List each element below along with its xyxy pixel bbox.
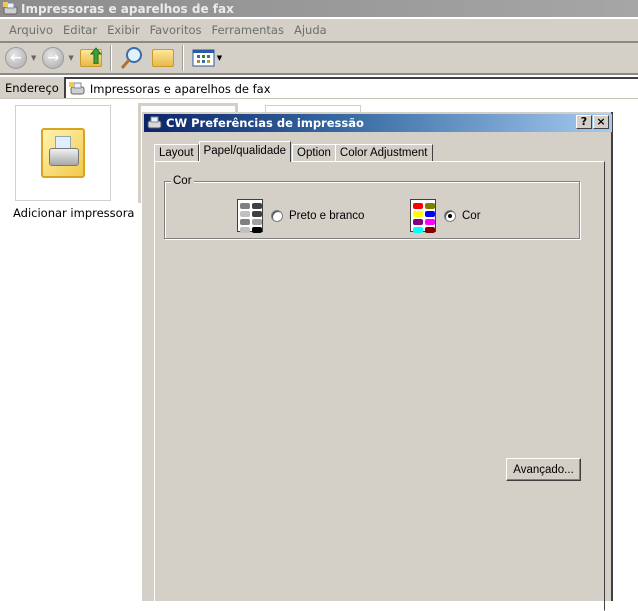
views-button[interactable] [192, 45, 216, 71]
folders-icon [151, 49, 174, 67]
advanced-button[interactable]: Avançado... [506, 458, 581, 481]
color-swatch [252, 211, 262, 217]
toolbar-separator [109, 45, 112, 71]
back-dropdown-icon[interactable]: ▼ [31, 54, 36, 62]
up-folder-icon [79, 47, 102, 67]
add-printer-icon [41, 128, 85, 178]
tab-papel-qualidade[interactable]: Papel/qualidade [198, 141, 292, 162]
color-swatch [252, 219, 262, 225]
add-printer-label[interactable]: Adicionar impressora [13, 206, 134, 220]
color-swatch [240, 227, 250, 233]
color-swatch [425, 219, 435, 225]
color-swatch [240, 211, 250, 217]
add-printer-item[interactable] [15, 105, 111, 201]
menu-favoritos[interactable]: Favoritos [150, 23, 202, 37]
menu-ferramentas[interactable]: Ferramentas [212, 23, 284, 37]
color-swatch [413, 219, 423, 225]
toolbar-separator [181, 45, 184, 71]
dialog-title-bar[interactable]: CW Preferências de impressão [144, 114, 612, 132]
menu-editar[interactable]: Editar [63, 23, 97, 37]
printer-icon [147, 116, 162, 130]
menu-bar: Arquivo Editar Exibir Favoritos Ferramen… [0, 17, 638, 43]
address-divider [0, 98, 638, 99]
color-swatch [413, 227, 423, 233]
up-button[interactable] [79, 45, 102, 71]
color-group-legend: Cor [171, 175, 194, 187]
option-color-label[interactable]: Cor [462, 210, 481, 222]
color-swatch [252, 227, 262, 233]
radio-color[interactable] [444, 209, 456, 222]
explorer-title-bar[interactable]: Impressoras e aparelhos de fax [0, 0, 638, 17]
option-black-white[interactable]: Preto e branco [237, 199, 364, 233]
back-arrow-icon: ← [5, 47, 27, 69]
tab-strip: Layout Papel/qualidade Option Color Adju… [154, 141, 433, 162]
views-dropdown-icon[interactable]: ▼ [217, 54, 222, 62]
menu-arquivo[interactable]: Arquivo [9, 23, 53, 37]
color-document-icon [410, 199, 436, 233]
dialog-title: CW Preferências de impressão [166, 116, 364, 130]
address-value: Impressoras e aparelhos de fax [89, 81, 271, 96]
search-icon [120, 47, 142, 69]
tab-option[interactable]: Option [292, 144, 336, 162]
option-black-white-label[interactable]: Preto e branco [289, 210, 364, 222]
menu-ajuda[interactable]: Ajuda [294, 23, 327, 37]
tab-color-adjustment[interactable]: Color Adjustment [334, 144, 433, 162]
forward-arrow-icon: → [42, 47, 65, 69]
help-button[interactable]: ? [576, 115, 592, 129]
color-swatch [240, 203, 250, 209]
color-swatch [252, 203, 262, 209]
print-preferences-dialog: CW Preferências de impressão ? × Layout … [141, 112, 613, 611]
tab-panel: Cor Preto e branco Cor Avançado... [154, 161, 605, 611]
back-button[interactable]: ← [5, 45, 27, 71]
color-swatch [425, 203, 435, 209]
color-swatch [425, 227, 435, 233]
address-label: Endereço [5, 80, 59, 95]
forward-dropdown-icon[interactable]: ▼ [68, 54, 73, 62]
grayscale-document-icon [237, 199, 263, 233]
radio-black-white[interactable] [271, 209, 283, 222]
views-icon [192, 49, 215, 67]
color-groupbox: Cor Preto e branco Cor [164, 175, 580, 239]
color-swatch [413, 211, 423, 217]
search-button[interactable] [120, 45, 144, 71]
explorer-title: Impressoras e aparelhos de fax [21, 1, 234, 16]
tab-layout[interactable]: Layout [154, 144, 199, 162]
color-swatch [240, 219, 250, 225]
printers-folder-icon [68, 81, 85, 94]
printers-folder-icon [3, 1, 19, 16]
address-input[interactable]: Impressoras e aparelhos de fax [63, 77, 638, 98]
option-color[interactable]: Cor [410, 199, 481, 233]
toolbar: ← ▼ → ▼ ▼ [0, 43, 638, 75]
color-swatch [413, 203, 423, 209]
forward-button[interactable]: → [42, 45, 65, 71]
close-button[interactable]: × [593, 115, 609, 129]
menu-exibir[interactable]: Exibir [107, 23, 140, 37]
address-bar: Endereço Impressoras e aparelhos de fax [0, 77, 638, 98]
folders-button[interactable] [151, 45, 174, 71]
color-swatch [425, 211, 435, 217]
